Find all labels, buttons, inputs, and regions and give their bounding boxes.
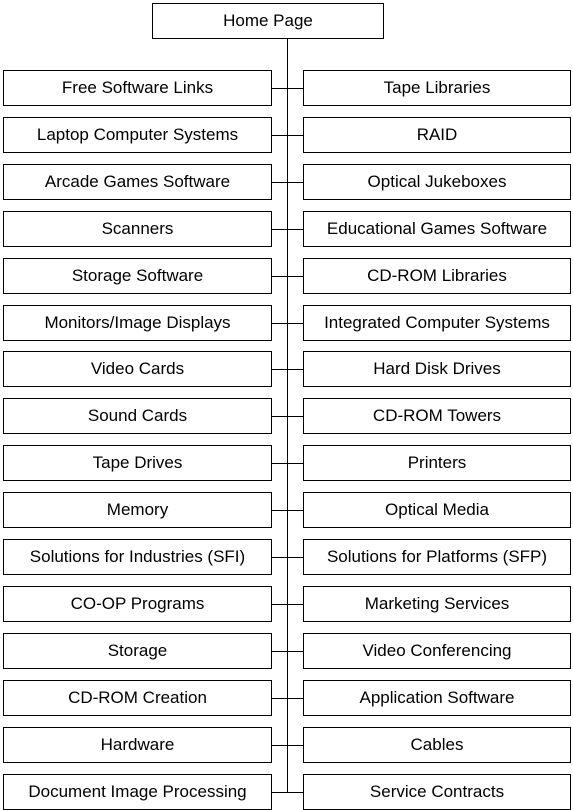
node-label: Hard Disk Drives [373, 359, 501, 378]
branch-connector-line [272, 463, 303, 464]
node-label: Solutions for Industries (SFI) [29, 547, 246, 566]
branch-connector-line [272, 416, 303, 417]
node-application-software[interactable]: Application Software [303, 680, 571, 716]
node-sound-cards[interactable]: Sound Cards [3, 398, 272, 434]
branch-connector-line [272, 323, 303, 324]
node-label: Educational Games Software [326, 219, 548, 238]
branch-connector-line [272, 135, 303, 136]
node-label: CD-ROM Towers [372, 406, 502, 425]
node-label: Video Cards [90, 359, 185, 378]
branch-connector-line [272, 557, 303, 558]
branch-connector-line [272, 698, 303, 699]
node-cables[interactable]: Cables [303, 727, 571, 763]
node-video-conferencing[interactable]: Video Conferencing [303, 633, 571, 669]
node-free-software-links[interactable]: Free Software Links [3, 70, 272, 106]
node-label: Laptop Computer Systems [36, 125, 239, 144]
node-storage[interactable]: Storage [3, 633, 272, 669]
node-label: RAID [416, 125, 458, 144]
branch-connector-line [272, 369, 303, 370]
node-laptop-computer-systems[interactable]: Laptop Computer Systems [3, 117, 272, 153]
node-tape-libraries[interactable]: Tape Libraries [303, 70, 571, 106]
branch-connector-line [272, 276, 303, 277]
node-label: Scanners [101, 219, 174, 238]
node-label: Document Image Processing [28, 782, 247, 801]
node-label: Application Software [359, 688, 515, 707]
node-solutions-for-industries-sfi[interactable]: Solutions for Industries (SFI) [3, 539, 272, 575]
node-label: Tape Drives [92, 453, 183, 472]
branch-connector-line [272, 792, 303, 793]
node-cd-rom-creation[interactable]: CD-ROM Creation [3, 680, 272, 716]
node-storage-software[interactable]: Storage Software [3, 258, 272, 294]
branch-connector-line [272, 651, 303, 652]
node-marketing-services[interactable]: Marketing Services [303, 586, 571, 622]
node-label: Monitors/Image Displays [44, 313, 231, 332]
branch-connector-line [272, 229, 303, 230]
node-label: Hardware [100, 735, 175, 754]
node-hardware[interactable]: Hardware [3, 727, 272, 763]
node-optical-media[interactable]: Optical Media [303, 492, 571, 528]
node-label: Service Contracts [369, 782, 505, 801]
node-optical-jukeboxes[interactable]: Optical Jukeboxes [303, 164, 571, 200]
node-label: CD-ROM Libraries [367, 266, 507, 285]
node-solutions-for-platforms-sfp[interactable]: Solutions for Platforms (SFP) [303, 539, 571, 575]
node-label: Marketing Services [364, 594, 510, 613]
node-label: Free Software Links [61, 78, 214, 97]
branch-connector-line [272, 745, 303, 746]
node-tape-drives[interactable]: Tape Drives [3, 445, 272, 481]
node-label: CD-ROM Creation [68, 688, 207, 707]
node-label: Storage Software [71, 266, 204, 285]
node-video-cards[interactable]: Video Cards [3, 351, 272, 387]
node-label: Integrated Computer Systems [324, 313, 550, 332]
node-label: Storage [107, 641, 168, 660]
node-memory[interactable]: Memory [3, 492, 272, 528]
node-cd-rom-libraries[interactable]: CD-ROM Libraries [303, 258, 571, 294]
branch-connector-line [272, 88, 303, 89]
node-label: Optical Jukeboxes [367, 172, 507, 191]
node-raid[interactable]: RAID [303, 117, 571, 153]
node-label: Printers [407, 453, 467, 472]
node-label: CO-OP Programs [70, 594, 205, 613]
node-label: Solutions for Platforms (SFP) [326, 547, 548, 566]
node-printers[interactable]: Printers [303, 445, 571, 481]
node-service-contracts[interactable]: Service Contracts [303, 774, 571, 810]
node-label: Optical Media [385, 500, 489, 519]
node-label: Sound Cards [87, 406, 188, 425]
node-document-image-processing[interactable]: Document Image Processing [3, 774, 272, 810]
node-scanners[interactable]: Scanners [3, 211, 272, 247]
node-co-op-programs[interactable]: CO-OP Programs [3, 586, 272, 622]
node-label: Cables [410, 735, 464, 754]
node-hard-disk-drives[interactable]: Hard Disk Drives [303, 351, 571, 387]
node-arcade-games-software[interactable]: Arcade Games Software [3, 164, 272, 200]
node-integrated-computer-systems[interactable]: Integrated Computer Systems [303, 305, 571, 341]
node-cd-rom-towers[interactable]: CD-ROM Towers [303, 398, 571, 434]
node-label: Memory [106, 500, 169, 519]
branch-connector-line [272, 510, 303, 511]
node-monitors-image-displays[interactable]: Monitors/Image Displays [3, 305, 272, 341]
node-label: Video Conferencing [362, 641, 512, 660]
branch-connector-line [272, 604, 303, 605]
node-label: Arcade Games Software [44, 172, 231, 191]
node-educational-games-software[interactable]: Educational Games Software [303, 211, 571, 247]
branch-connector-line [272, 182, 303, 183]
node-label: Tape Libraries [383, 78, 491, 97]
node-home-page[interactable]: Home Page [152, 3, 384, 39]
node-label: Home Page [223, 11, 313, 30]
